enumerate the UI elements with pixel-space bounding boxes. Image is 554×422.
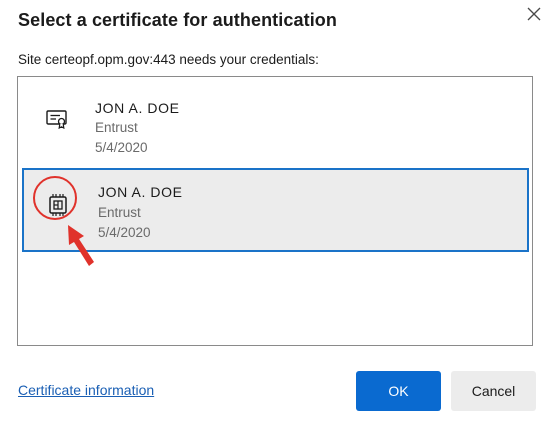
ok-button[interactable]: OK xyxy=(356,371,441,411)
certificate-issuer: Entrust xyxy=(98,205,141,220)
dialog-title: Select a certificate for authentication xyxy=(18,10,337,30)
certificate-date: 5/4/2020 xyxy=(98,225,151,240)
certificate-list[interactable]: JON A. DOE Entrust 5/4/2020 JON A. DOE E… xyxy=(17,76,533,346)
close-button[interactable] xyxy=(524,4,544,24)
certificate-item[interactable]: JON A. DOE Entrust 5/4/2020 xyxy=(24,87,526,163)
certificate-item-selected[interactable]: JON A. DOE Entrust 5/4/2020 xyxy=(22,168,529,252)
certificate-dialog: Select a certificate for authentication … xyxy=(0,0,554,422)
cancel-button[interactable]: Cancel xyxy=(451,371,536,411)
certificate-name: JON A. DOE xyxy=(98,184,183,200)
certificate-name: JON A. DOE xyxy=(95,100,180,116)
smart-card-chip-icon xyxy=(46,193,70,222)
certificate-date: 5/4/2020 xyxy=(95,140,148,155)
credentials-prompt: Site certeopf.opm.gov:443 needs your cre… xyxy=(18,52,319,67)
certificate-information-link[interactable]: Certificate information xyxy=(18,382,154,398)
close-icon xyxy=(527,7,541,21)
certificate-issuer: Entrust xyxy=(95,120,138,135)
certificate-icon xyxy=(46,109,68,134)
